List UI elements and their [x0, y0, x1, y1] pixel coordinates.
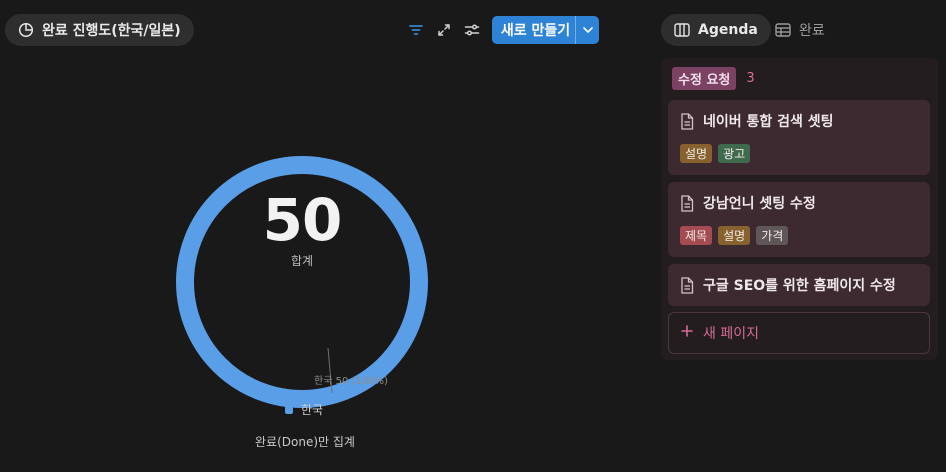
column-header[interactable]: 수정 요청 3 [672, 67, 755, 90]
page-icon [680, 276, 694, 294]
chart-view-title: 완료 진행도(한국/일본) [42, 23, 181, 39]
columns-icon [674, 23, 690, 37]
board-card[interactable]: 강남언니 셋팅 수정 제목 설명 가격 [668, 182, 930, 257]
page-icon [680, 194, 694, 212]
table-icon [775, 23, 791, 37]
donut-chart: 50 합계 한국 50 (100%) 한국 완료(Done)만 집계 [150, 140, 450, 460]
chevron-down-icon[interactable] [575, 16, 599, 44]
tag-chip: 설명 [718, 226, 751, 245]
card-title: 강남언니 셋팅 수정 [703, 196, 816, 212]
card-title: 네이버 통합 검색 셋팅 [703, 114, 834, 130]
slice-data-label: 한국 50 (100%) [314, 376, 388, 387]
settings-sliders-icon[interactable] [463, 21, 481, 39]
chart-legend: 한국 [285, 401, 323, 418]
status-count: 3 [746, 71, 755, 86]
legend-swatch [285, 405, 293, 414]
status-tag: 수정 요청 [672, 67, 737, 90]
tag-chip: 제목 [680, 226, 713, 245]
tab-agenda-label: Agenda [698, 22, 758, 38]
expand-icon[interactable] [435, 21, 453, 39]
card-title: 구글 SEO를 위한 홈페이지 수정 [703, 278, 896, 294]
filter-icon[interactable] [407, 21, 425, 39]
plus-icon [681, 325, 693, 341]
board-column: 수정 요청 3 네이버 통합 검색 셋팅 설명 광고 강남언니 셋팅 수정 제목… [661, 58, 938, 360]
total-value: 50 [262, 186, 343, 254]
tag-chip: 가격 [756, 226, 789, 245]
new-button[interactable]: 새로 만들기 [492, 16, 599, 44]
board-card[interactable]: 구글 SEO를 위한 홈페이지 수정 [668, 264, 930, 306]
tab-done[interactable]: 완료 [762, 14, 838, 46]
tag-chip: 설명 [680, 144, 713, 163]
tag-chip: 광고 [718, 144, 751, 163]
legend-label: 한국 [301, 403, 324, 417]
new-button-label: 새로 만들기 [500, 23, 571, 39]
page-icon [680, 112, 694, 130]
tab-done-label: 완료 [799, 23, 825, 39]
pie-chart-icon [18, 22, 34, 38]
tab-agenda[interactable]: Agenda [661, 14, 771, 46]
new-page-label: 새 페이지 [703, 326, 759, 342]
new-page-button[interactable]: 새 페이지 [668, 312, 930, 354]
board-card[interactable]: 네이버 통합 검색 셋팅 설명 광고 [668, 100, 930, 175]
chart-view-tab[interactable]: 완료 진행도(한국/일본) [5, 14, 194, 46]
total-label: 합계 [290, 254, 314, 268]
chart-footnote: 완료(Done)만 집계 [255, 435, 355, 449]
